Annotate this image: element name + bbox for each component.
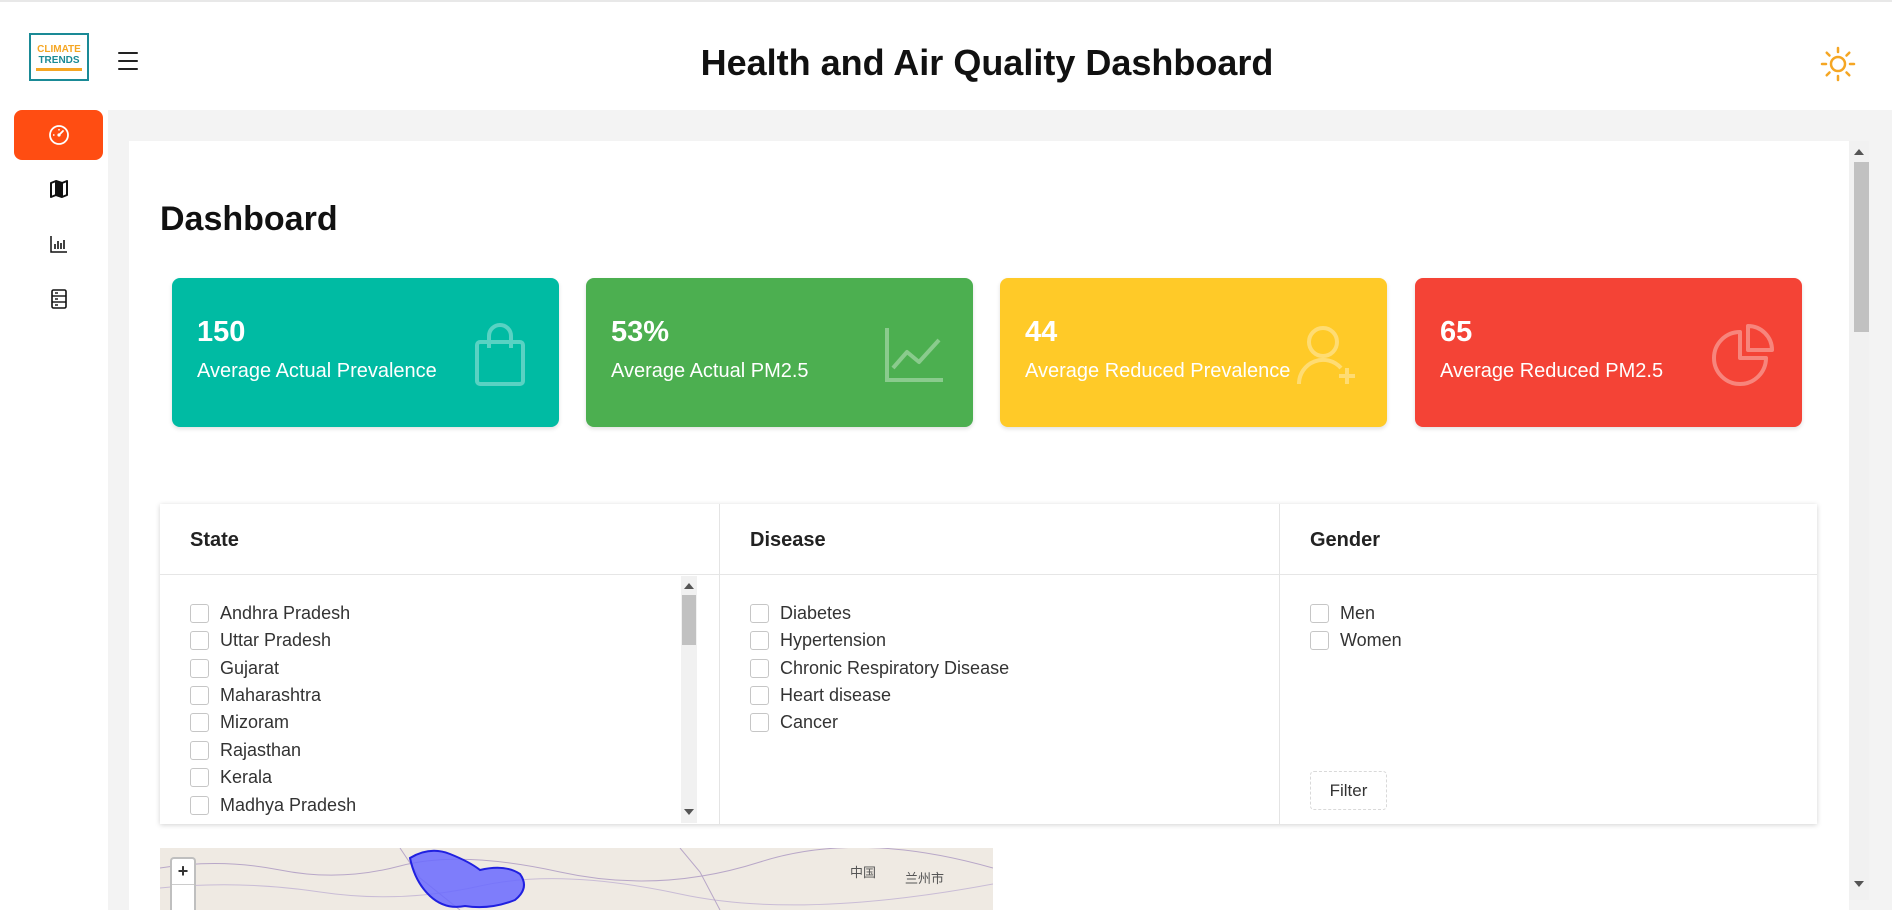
checkbox[interactable] xyxy=(190,658,209,678)
checkbox[interactable] xyxy=(1310,603,1329,623)
card-average-reduced-prevalence: 44 Average Reduced Prevalence xyxy=(1000,278,1387,427)
scroll-thumb[interactable] xyxy=(1854,162,1869,332)
scroll-up-arrow-icon[interactable] xyxy=(684,583,694,589)
card-value: 150 xyxy=(197,316,246,348)
disease-option[interactable]: Cancer xyxy=(750,710,838,734)
dashboard-content: Dashboard 150 Average Actual Prevalence … xyxy=(129,141,1849,910)
map-zoom-control: + xyxy=(170,857,196,910)
gender-option[interactable]: Women xyxy=(1310,628,1402,652)
state-option[interactable]: Rajasthan xyxy=(190,738,301,762)
card-label: Average Reduced Prevalence xyxy=(1025,360,1291,382)
checkbox[interactable] xyxy=(750,603,769,623)
user-add-icon xyxy=(1296,326,1355,385)
dashboard-heading: Dashboard xyxy=(160,200,338,238)
state-filter: State Andhra Pradesh Uttar Pradesh Gujar… xyxy=(160,504,720,824)
disease-filter: Disease Diabetes Hypertension Chronic Re… xyxy=(720,504,1280,824)
disease-option[interactable]: Heart disease xyxy=(750,683,891,707)
card-average-actual-prevalence: 150 Average Actual Prevalence xyxy=(172,278,559,427)
checkbox[interactable] xyxy=(750,712,769,732)
card-average-actual-pm25: 53% Average Actual PM2.5 xyxy=(586,278,973,427)
disease-option[interactable]: Hypertension xyxy=(750,628,886,652)
gender-option[interactable]: Men xyxy=(1310,601,1375,625)
table-icon xyxy=(50,289,67,309)
disease-option[interactable]: Diabetes xyxy=(750,601,851,625)
state-option[interactable]: Maharashtra xyxy=(190,683,321,707)
india-map[interactable]: + 中国 兰州市 xyxy=(160,848,993,910)
card-value: 65 xyxy=(1440,316,1473,348)
checkbox[interactable] xyxy=(190,630,209,650)
gender-filter-title: Gender xyxy=(1280,504,1817,575)
speedometer-icon xyxy=(48,125,69,145)
page-title: Health and Air Quality Dashboard xyxy=(700,42,1274,83)
card-label: Average Actual PM2.5 xyxy=(611,360,809,382)
state-option[interactable]: Andhra Pradesh xyxy=(190,601,350,625)
card-value: 44 xyxy=(1025,316,1058,348)
card-average-reduced-pm25: 65 Average Reduced PM2.5 xyxy=(1415,278,1802,427)
checkbox[interactable] xyxy=(190,712,209,732)
sidebar-item-charts[interactable] xyxy=(14,219,103,269)
card-label: Average Actual Prevalence xyxy=(197,360,437,382)
disease-filter-title: Disease xyxy=(720,504,1279,575)
checkbox[interactable] xyxy=(190,740,209,760)
top-bar: CLIMATE TRENDS Health and Air Quality Da… xyxy=(0,0,1892,110)
checkbox[interactable] xyxy=(190,795,209,815)
state-option[interactable]: Madhya Pradesh xyxy=(190,793,356,817)
checkbox[interactable] xyxy=(1310,630,1329,650)
card-value: 53% xyxy=(611,316,670,348)
checkbox[interactable] xyxy=(750,685,769,705)
pie-chart-icon xyxy=(1712,324,1774,386)
shopping-bag-icon xyxy=(475,323,525,386)
state-option[interactable]: Uttar Pradesh xyxy=(190,628,331,652)
scroll-up-arrow-icon[interactable] xyxy=(1854,149,1864,155)
disease-option[interactable]: Chronic Respiratory Disease xyxy=(750,656,1009,680)
sidebar-item-dashboard[interactable] xyxy=(14,110,103,160)
sun-icon[interactable] xyxy=(1820,46,1856,82)
filter-button[interactable]: Filter xyxy=(1310,771,1387,810)
line-chart-icon xyxy=(885,328,943,382)
sidebar-item-map[interactable] xyxy=(14,164,103,214)
scroll-down-arrow-icon[interactable] xyxy=(684,809,694,815)
map-icon xyxy=(49,180,68,198)
checkbox[interactable] xyxy=(190,767,209,787)
card-label: Average Reduced PM2.5 xyxy=(1440,360,1664,382)
state-option[interactable]: Kerala xyxy=(190,765,272,789)
gender-filter: Gender Men Women Filter xyxy=(1280,504,1817,824)
map-label-china: 中国 xyxy=(850,865,877,880)
zoom-in-button[interactable]: + xyxy=(172,859,194,885)
main-area: Dashboard 150 Average Actual Prevalence … xyxy=(108,110,1892,910)
checkbox[interactable] xyxy=(750,630,769,650)
checkbox[interactable] xyxy=(190,685,209,705)
scroll-down-arrow-icon[interactable] xyxy=(1854,881,1864,887)
checkbox[interactable] xyxy=(190,603,209,623)
state-option[interactable]: Gujarat xyxy=(190,656,279,680)
scroll-thumb[interactable] xyxy=(682,595,696,645)
map-label-lanzhou: 兰州市 xyxy=(905,871,945,886)
filters-panel: State Andhra Pradesh Uttar Pradesh Gujar… xyxy=(160,504,1817,824)
state-list-scrollbar[interactable] xyxy=(681,576,697,823)
sidebar-item-table[interactable] xyxy=(14,274,103,324)
checkbox[interactable] xyxy=(750,658,769,678)
page-scrollbar[interactable] xyxy=(1849,141,1869,900)
state-filter-title: State xyxy=(160,504,719,575)
bar-chart-icon xyxy=(49,236,67,253)
state-option[interactable]: Mizoram xyxy=(190,710,289,734)
sidebar xyxy=(0,110,108,910)
